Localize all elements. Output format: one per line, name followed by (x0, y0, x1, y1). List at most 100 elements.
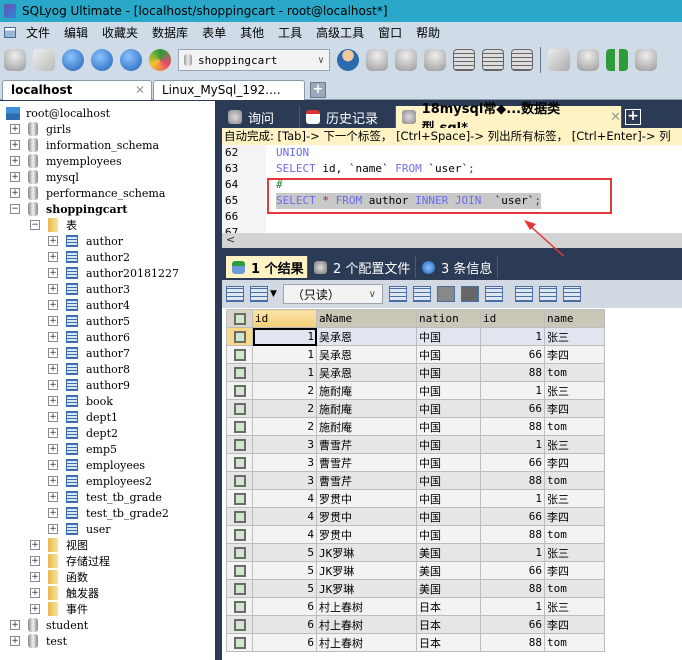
table-cell[interactable]: 88 (480, 471, 545, 490)
menu-item-2[interactable]: 收藏夹 (102, 24, 138, 41)
table-cell[interactable]: 张三 (544, 543, 605, 562)
table-cell[interactable]: 5 (252, 543, 317, 562)
table-cell[interactable]: 日本 (416, 615, 481, 634)
row-checkbox[interactable] (226, 543, 253, 562)
expand-icon[interactable]: + (30, 588, 40, 598)
tree-item[interactable]: + test (10, 633, 67, 649)
table-row[interactable]: 5 JK罗琳 美国 88 tom (226, 579, 605, 598)
tree-item[interactable]: + author (48, 233, 123, 249)
expand-icon[interactable]: + (48, 476, 58, 486)
expand-icon[interactable]: + (48, 508, 58, 518)
connection-tab-linux[interactable]: Linux_MySql_192.... (153, 80, 305, 100)
export-grid-icon[interactable] (226, 286, 244, 302)
table-cell[interactable]: 1 (480, 543, 545, 562)
menu-item-1[interactable]: 编辑 (64, 24, 88, 41)
expand-icon[interactable]: + (48, 428, 58, 438)
table-cell[interactable]: 4 (252, 489, 317, 508)
table-cell[interactable]: 88 (480, 417, 545, 436)
compare-icon[interactable] (606, 49, 628, 71)
table-data-icon[interactable] (482, 49, 504, 71)
table-cell[interactable]: 中国 (416, 363, 481, 382)
expand-icon[interactable]: + (48, 268, 58, 278)
table-cell[interactable]: 1 (480, 489, 545, 508)
tree-item[interactable]: + student (10, 617, 88, 633)
expand-icon[interactable]: + (10, 188, 20, 198)
add-row-icon[interactable] (388, 286, 407, 302)
table-cell[interactable]: 张三 (544, 327, 605, 346)
tree-item[interactable]: + dept2 (48, 425, 118, 441)
menu-item-4[interactable]: 表单 (202, 24, 226, 41)
table-cell[interactable]: 6 (252, 597, 317, 616)
expand-icon[interactable]: + (30, 556, 40, 566)
editor-horizontal-scrollbar[interactable]: < (222, 233, 682, 248)
import-icon[interactable] (395, 49, 417, 71)
table-cell[interactable]: JK罗琳 (316, 543, 417, 562)
tree-item[interactable]: − 表 (30, 217, 77, 233)
table-cell[interactable]: 吴承恩 (316, 327, 417, 346)
expand-icon[interactable]: + (48, 300, 58, 310)
table-cell[interactable]: 88 (480, 525, 545, 544)
execute-all-icon[interactable] (91, 49, 113, 71)
table-cell[interactable]: 4 (252, 525, 317, 544)
table-cell[interactable]: 曹雪芹 (316, 471, 417, 490)
import-grid-icon[interactable] (250, 286, 268, 302)
migration-icon[interactable] (635, 49, 657, 71)
table-cell[interactable]: 施耐庵 (316, 381, 417, 400)
tab-profiles[interactable]: 2 个配置文件 (308, 256, 416, 278)
tree-item[interactable]: + book (48, 393, 113, 409)
copy-table-icon[interactable] (453, 49, 475, 71)
table-cell[interactable]: 施耐庵 (316, 399, 417, 418)
tree-item[interactable]: + myemployees (10, 153, 122, 169)
tree-item[interactable]: + 事件 (30, 601, 88, 617)
table-cell[interactable]: 4 (252, 507, 317, 526)
table-row[interactable]: 2 施耐庵 中国 66 李四 (226, 399, 605, 418)
table-cell[interactable]: 6 (252, 633, 317, 652)
table-cell[interactable]: 李四 (544, 615, 605, 634)
table-cell[interactable]: 66 (480, 561, 545, 580)
table-row[interactable]: 4 罗贯中 中国 1 张三 (226, 489, 605, 508)
table-cell[interactable]: 美国 (416, 561, 481, 580)
row-checkbox[interactable] (226, 381, 253, 400)
user-manager-icon[interactable] (337, 49, 359, 71)
query-builder-icon[interactable] (511, 49, 533, 71)
table-cell[interactable]: 罗贯中 (316, 489, 417, 508)
table-cell[interactable]: 中国 (416, 327, 481, 346)
tree-item[interactable]: + mysql (10, 169, 79, 185)
tree-item[interactable]: + employees (48, 457, 145, 473)
table-cell[interactable]: 66 (480, 453, 545, 472)
table-cell[interactable]: tom (544, 471, 605, 490)
row-checkbox[interactable] (226, 633, 253, 652)
table-cell[interactable]: tom (544, 525, 605, 544)
row-checkbox[interactable] (226, 615, 253, 634)
table-cell[interactable]: 村上春树 (316, 615, 417, 634)
menu-item-7[interactable]: 高级工具 (316, 24, 364, 41)
table-cell[interactable]: 1 (252, 345, 317, 364)
form-view-icon[interactable] (538, 286, 557, 302)
table-row[interactable]: 1 吴承恩 中国 1 张三 (226, 327, 605, 346)
table-row[interactable]: 3 曹雪芹 中国 88 tom (226, 471, 605, 490)
window-menu-icon[interactable] (4, 26, 16, 38)
table-cell[interactable]: 88 (480, 633, 545, 652)
row-checkbox[interactable] (226, 399, 253, 418)
expand-icon[interactable]: + (30, 540, 40, 550)
table-cell[interactable]: 6 (252, 615, 317, 634)
table-cell[interactable]: 1 (480, 597, 545, 616)
expand-icon[interactable]: + (10, 140, 20, 150)
grid-view-icon[interactable] (514, 286, 533, 302)
table-cell[interactable]: 中国 (416, 471, 481, 490)
table-cell[interactable]: 吴承恩 (316, 345, 417, 364)
table-cell[interactable]: 66 (480, 345, 545, 364)
table-cell[interactable]: 66 (480, 399, 545, 418)
table-cell[interactable]: JK罗琳 (316, 561, 417, 580)
table-cell[interactable]: 罗贯中 (316, 525, 417, 544)
table-cell[interactable]: 李四 (544, 399, 605, 418)
expand-icon[interactable]: + (48, 364, 58, 374)
tab-messages[interactable]: 3 条信息 (416, 256, 498, 278)
save-icon[interactable] (436, 286, 455, 302)
expand-icon[interactable]: + (48, 396, 58, 406)
expand-icon[interactable]: + (48, 316, 58, 326)
restore-icon[interactable] (424, 49, 446, 71)
table-cell[interactable]: 施耐庵 (316, 417, 417, 436)
schema-designer-icon[interactable] (149, 49, 171, 71)
table-cell[interactable]: 5 (252, 561, 317, 580)
